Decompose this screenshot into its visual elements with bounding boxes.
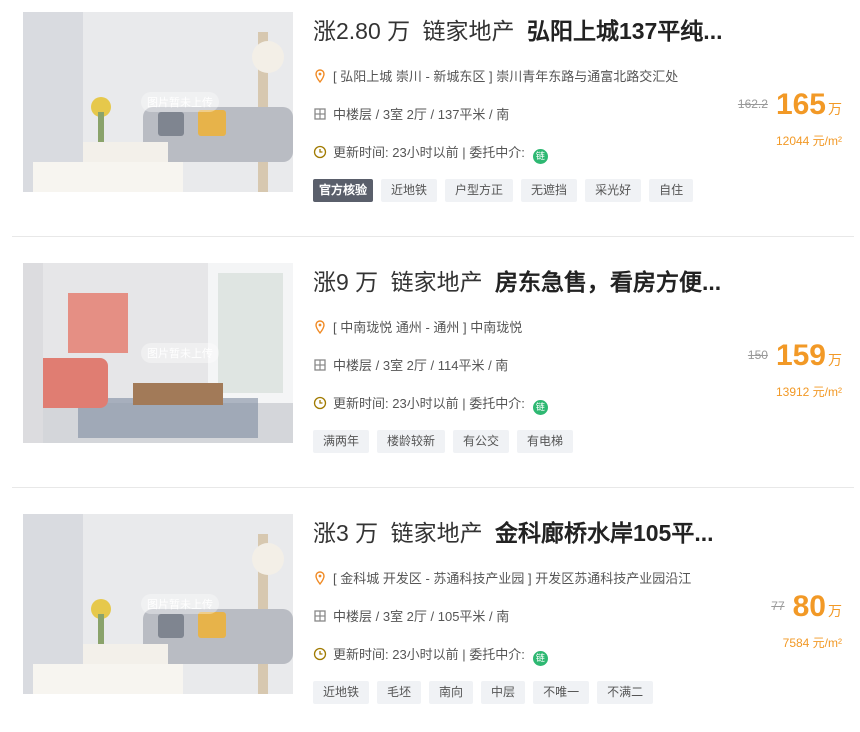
- listing-name[interactable]: 房东急售，看房方便...: [495, 269, 721, 295]
- location-row: [ 金科城 开发区 - 苏通科技产业园 ] 开发区苏通科技产业园沿江: [313, 568, 691, 587]
- location-pin-icon: [315, 69, 325, 83]
- update-row: 更新时间: 23小时以前 | 委托中介: 链: [313, 644, 548, 666]
- tag: 不唯一: [533, 681, 590, 704]
- price-rise: 涨3 万: [313, 520, 379, 546]
- price-value: 80: [792, 590, 826, 623]
- update-row: 更新时间: 23小时以前 | 委托中介: 链: [313, 142, 548, 164]
- tag: 楼龄较新: [377, 430, 446, 453]
- old-price: 150: [747, 348, 768, 362]
- agent-badge-icon[interactable]: 链: [532, 149, 548, 164]
- update-row: 更新时间: 23小时以前 | 委托中介: 链: [313, 393, 548, 415]
- layout-row: 中楼层 / 3室 2厅 / 137平米 / 南: [313, 104, 509, 123]
- price-unit: 万: [828, 352, 842, 368]
- divider: [12, 236, 854, 237]
- house-info-icon: [314, 610, 326, 622]
- layout-text: 中楼层 / 3室 2厅 / 114平米 / 南: [333, 358, 509, 373]
- update-text: 更新时间: 23小时以前 | 委托中介:: [333, 145, 525, 160]
- listing-photo[interactable]: 图片暂未上传: [23, 514, 293, 694]
- price-unit: 万: [828, 603, 842, 619]
- tag: 近地铁: [313, 681, 370, 704]
- listing-card[interactable]: 图片暂未上传 涨9 万 链家地产 房东急售，看房方便... [ 中南珑悦 通州 …: [0, 251, 860, 481]
- location-pin-icon: [315, 320, 325, 334]
- tag: 不满二: [597, 681, 654, 704]
- layout-text: 中楼层 / 3室 2厅 / 137平米 / 南: [333, 107, 510, 122]
- old-price: 77: [771, 599, 785, 613]
- photo-placeholder-watermark: 图片暂未上传: [141, 343, 219, 363]
- agency-name: 链家地产: [390, 269, 483, 295]
- total-price: 150 159 万: [748, 339, 842, 373]
- location-text[interactable]: [ 弘阳上城 崇川 - 新城东区 ] 崇川青年东路与通富北路交汇处: [333, 69, 678, 84]
- listing-card[interactable]: 图片暂未上传 涨2.80 万 链家地产 弘阳上城137平纯... [ 弘阳上城 …: [0, 0, 860, 230]
- agent-badge-icon[interactable]: 链: [532, 651, 548, 666]
- clock-icon: [313, 396, 327, 410]
- price-value: 165: [775, 88, 826, 121]
- clock-icon: [313, 647, 327, 661]
- price-rise: 涨9 万: [313, 269, 379, 295]
- location-row: [ 中南珑悦 通州 - 通州 ] 中南珑悦: [313, 317, 522, 336]
- total-price: 77 80 万: [771, 590, 842, 624]
- house-info-icon: [314, 359, 326, 371]
- update-text: 更新时间: 23小时以前 | 委托中介:: [333, 396, 525, 411]
- tag: 近地铁: [381, 179, 438, 202]
- unit-price: 13912 元/m²: [775, 385, 842, 399]
- location-row: [ 弘阳上城 崇川 - 新城东区 ] 崇川青年东路与通富北路交汇处: [313, 66, 678, 85]
- price-value: 159: [775, 339, 826, 372]
- total-price: 162.2 165 万: [738, 88, 842, 122]
- listing-title[interactable]: 涨2.80 万 链家地产 弘阳上城137平纯...: [313, 14, 853, 48]
- listing-title[interactable]: 涨3 万 链家地产 金科廊桥水岸105平...: [313, 516, 853, 550]
- price-rise: 涨2.80 万: [313, 18, 411, 44]
- price-unit: 万: [828, 101, 842, 117]
- tag: 毛坯: [377, 681, 422, 704]
- house-info-icon: [314, 108, 326, 120]
- listing-photo[interactable]: 图片暂未上传: [23, 263, 293, 443]
- listing-title[interactable]: 涨9 万 链家地产 房东急售，看房方便...: [313, 265, 853, 299]
- clock-icon: [313, 145, 327, 159]
- agency-name: 链家地产: [422, 18, 515, 44]
- tag: 有公交: [453, 430, 510, 453]
- tag-list: 近地铁 毛坯 南向 中层 不唯一 不满二: [313, 681, 661, 704]
- old-price: 162.2: [737, 97, 768, 111]
- tag: 无遮挡: [521, 179, 578, 202]
- listing-name[interactable]: 金科廊桥水岸105平...: [495, 520, 714, 546]
- photo-placeholder-watermark: 图片暂未上传: [141, 92, 219, 112]
- location-pin-icon: [315, 571, 325, 585]
- location-text[interactable]: [ 中南珑悦 通州 - 通州 ] 中南珑悦: [333, 320, 522, 335]
- layout-row: 中楼层 / 3室 2厅 / 105平米 / 南: [313, 606, 509, 625]
- listing-card[interactable]: 图片暂未上传 涨3 万 链家地产 金科廊桥水岸105平... [ 金科城 开发区…: [0, 502, 860, 732]
- tag: 有电梯: [517, 430, 574, 453]
- tag-official-verified: 官方核验: [313, 179, 374, 202]
- divider: [12, 487, 854, 488]
- tag: 满两年: [313, 430, 370, 453]
- tag: 自住: [649, 179, 694, 202]
- agent-badge-icon[interactable]: 链: [532, 400, 548, 415]
- layout-text: 中楼层 / 3室 2厅 / 105平米 / 南: [333, 609, 510, 624]
- tag: 南向: [429, 681, 474, 704]
- agency-name: 链家地产: [390, 520, 483, 546]
- location-text[interactable]: [ 金科城 开发区 - 苏通科技产业园 ] 开发区苏通科技产业园沿江: [333, 571, 691, 586]
- unit-price: 7584 元/m²: [782, 636, 842, 650]
- listing-name[interactable]: 弘阳上城137平纯...: [527, 18, 723, 44]
- unit-price: 12044 元/m²: [775, 134, 842, 148]
- layout-row: 中楼层 / 3室 2厅 / 114平米 / 南: [313, 355, 508, 374]
- listing-photo[interactable]: 图片暂未上传: [23, 12, 293, 192]
- photo-placeholder-watermark: 图片暂未上传: [141, 594, 219, 614]
- tag: 采光好: [585, 179, 642, 202]
- tag-list: 官方核验 近地铁 户型方正 无遮挡 采光好 自住: [313, 179, 701, 202]
- update-text: 更新时间: 23小时以前 | 委托中介:: [333, 647, 525, 662]
- tag: 中层: [481, 681, 526, 704]
- tag-list: 满两年 楼龄较新 有公交 有电梯: [313, 430, 581, 453]
- tag: 户型方正: [445, 179, 514, 202]
